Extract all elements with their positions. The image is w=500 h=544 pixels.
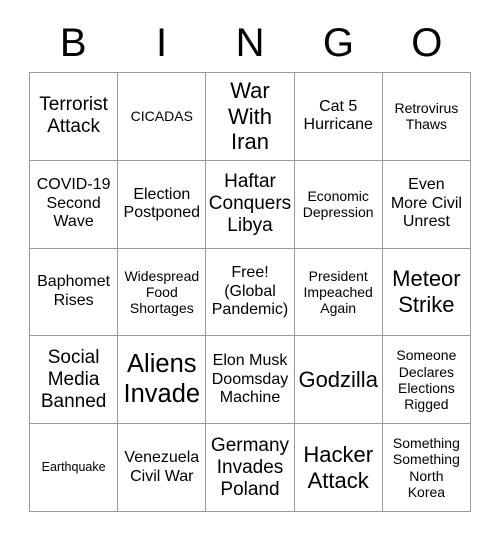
bingo-cell[interactable]: Godzilla	[294, 336, 383, 425]
bingo-cell[interactable]: War With Iran	[206, 73, 295, 161]
bingo-cell-label: Widespread Food Shortages	[124, 267, 200, 317]
bingo-cell-label: Baphomet Rises	[37, 273, 111, 309]
bingo-cell-label: Even More Civil Unrest	[390, 176, 462, 231]
bingo-cell-label: Free! (Global Pandemic)	[211, 264, 289, 319]
bingo-cell[interactable]: Earthquake	[30, 424, 119, 512]
bingo-cell-label: Venezuela Civil War	[124, 449, 200, 485]
bingo-cell-label: Meteor Strike	[392, 266, 461, 317]
header-letter-n: N	[235, 21, 265, 65]
bingo-cell[interactable]: Cat 5 Hurricane	[294, 73, 383, 161]
bingo-card: B I N G O Terrorist Attack CICADAS War W…	[0, 0, 500, 544]
bingo-cell-label: Social Media Banned	[40, 346, 107, 412]
bingo-header: B I N G O	[29, 18, 471, 68]
header-letter-i: I	[156, 21, 168, 65]
bingo-cell-label: Haftar Conquers Libya	[208, 171, 292, 237]
bingo-cell[interactable]: Germany Invades Poland	[206, 424, 295, 512]
header-letter-o: O	[411, 21, 443, 65]
bingo-cell-label: Germany Invades Poland	[210, 434, 290, 500]
bingo-cell-label: Cat 5 Hurricane	[303, 97, 373, 134]
bingo-cell-label: Elon Musk Doomsday Machine	[211, 351, 289, 407]
bingo-cell-free-space[interactable]: Free! (Global Pandemic)	[206, 248, 295, 337]
bingo-cell-label: Election Postponed	[123, 185, 201, 222]
bingo-cell[interactable]: Retrovirus Thaws	[382, 73, 471, 161]
bingo-cell[interactable]: Even More Civil Unrest	[382, 160, 471, 249]
bingo-cell[interactable]: Someone Declares Elections Rigged	[382, 336, 471, 425]
bingo-cell[interactable]: Elon Musk Doomsday Machine	[206, 336, 295, 425]
bingo-cell-label: Terrorist Attack	[39, 94, 108, 138]
bingo-cell-label: President Impeached Again	[303, 267, 373, 317]
bingo-cell-label: Godzilla	[298, 367, 378, 393]
bingo-cell-label: CICADAS	[130, 108, 193, 125]
bingo-cell-label: COVID-19 Second Wave	[36, 176, 111, 231]
bingo-cell-label: Someone Declares Elections Rigged	[396, 347, 457, 413]
bingo-cell-label: Earthquake	[41, 460, 106, 475]
bingo-cell[interactable]: Social Media Banned	[30, 336, 119, 425]
bingo-cell[interactable]: Meteor Strike	[382, 248, 471, 337]
bingo-cell[interactable]: COVID-19 Second Wave	[30, 160, 119, 249]
bingo-cell[interactable]: Aliens Invade	[118, 336, 207, 425]
bingo-cell[interactable]: Election Postponed	[118, 160, 207, 249]
bingo-cell[interactable]: President Impeached Again	[294, 248, 383, 337]
bingo-cell-label: Economic Depression	[302, 187, 374, 221]
bingo-cell-label: Aliens Invade	[123, 350, 201, 408]
bingo-cell-label: Retrovirus Thaws	[394, 100, 459, 133]
bingo-cell[interactable]: Baphomet Rises	[30, 248, 119, 337]
bingo-grid: Terrorist Attack CICADAS War With Iran C…	[29, 72, 471, 512]
header-letter-g: G	[322, 21, 354, 65]
bingo-cell-label: Something Something North Korea	[392, 435, 460, 500]
header-letter-b: B	[59, 21, 87, 65]
bingo-cell[interactable]: Venezuela Civil War	[118, 424, 207, 512]
bingo-cell[interactable]: Terrorist Attack	[30, 73, 119, 161]
bingo-cell[interactable]: Widespread Food Shortages	[118, 248, 207, 337]
bingo-cell-label: War With Iran	[227, 78, 272, 155]
bingo-cell[interactable]: Haftar Conquers Libya	[206, 160, 295, 249]
bingo-cell[interactable]: Something Something North Korea	[382, 424, 471, 512]
bingo-cell-label: Hacker Attack	[303, 442, 374, 493]
bingo-cell[interactable]: Economic Depression	[294, 160, 383, 249]
bingo-cell[interactable]: CICADAS	[118, 73, 207, 161]
bingo-cell[interactable]: Hacker Attack	[294, 424, 383, 512]
